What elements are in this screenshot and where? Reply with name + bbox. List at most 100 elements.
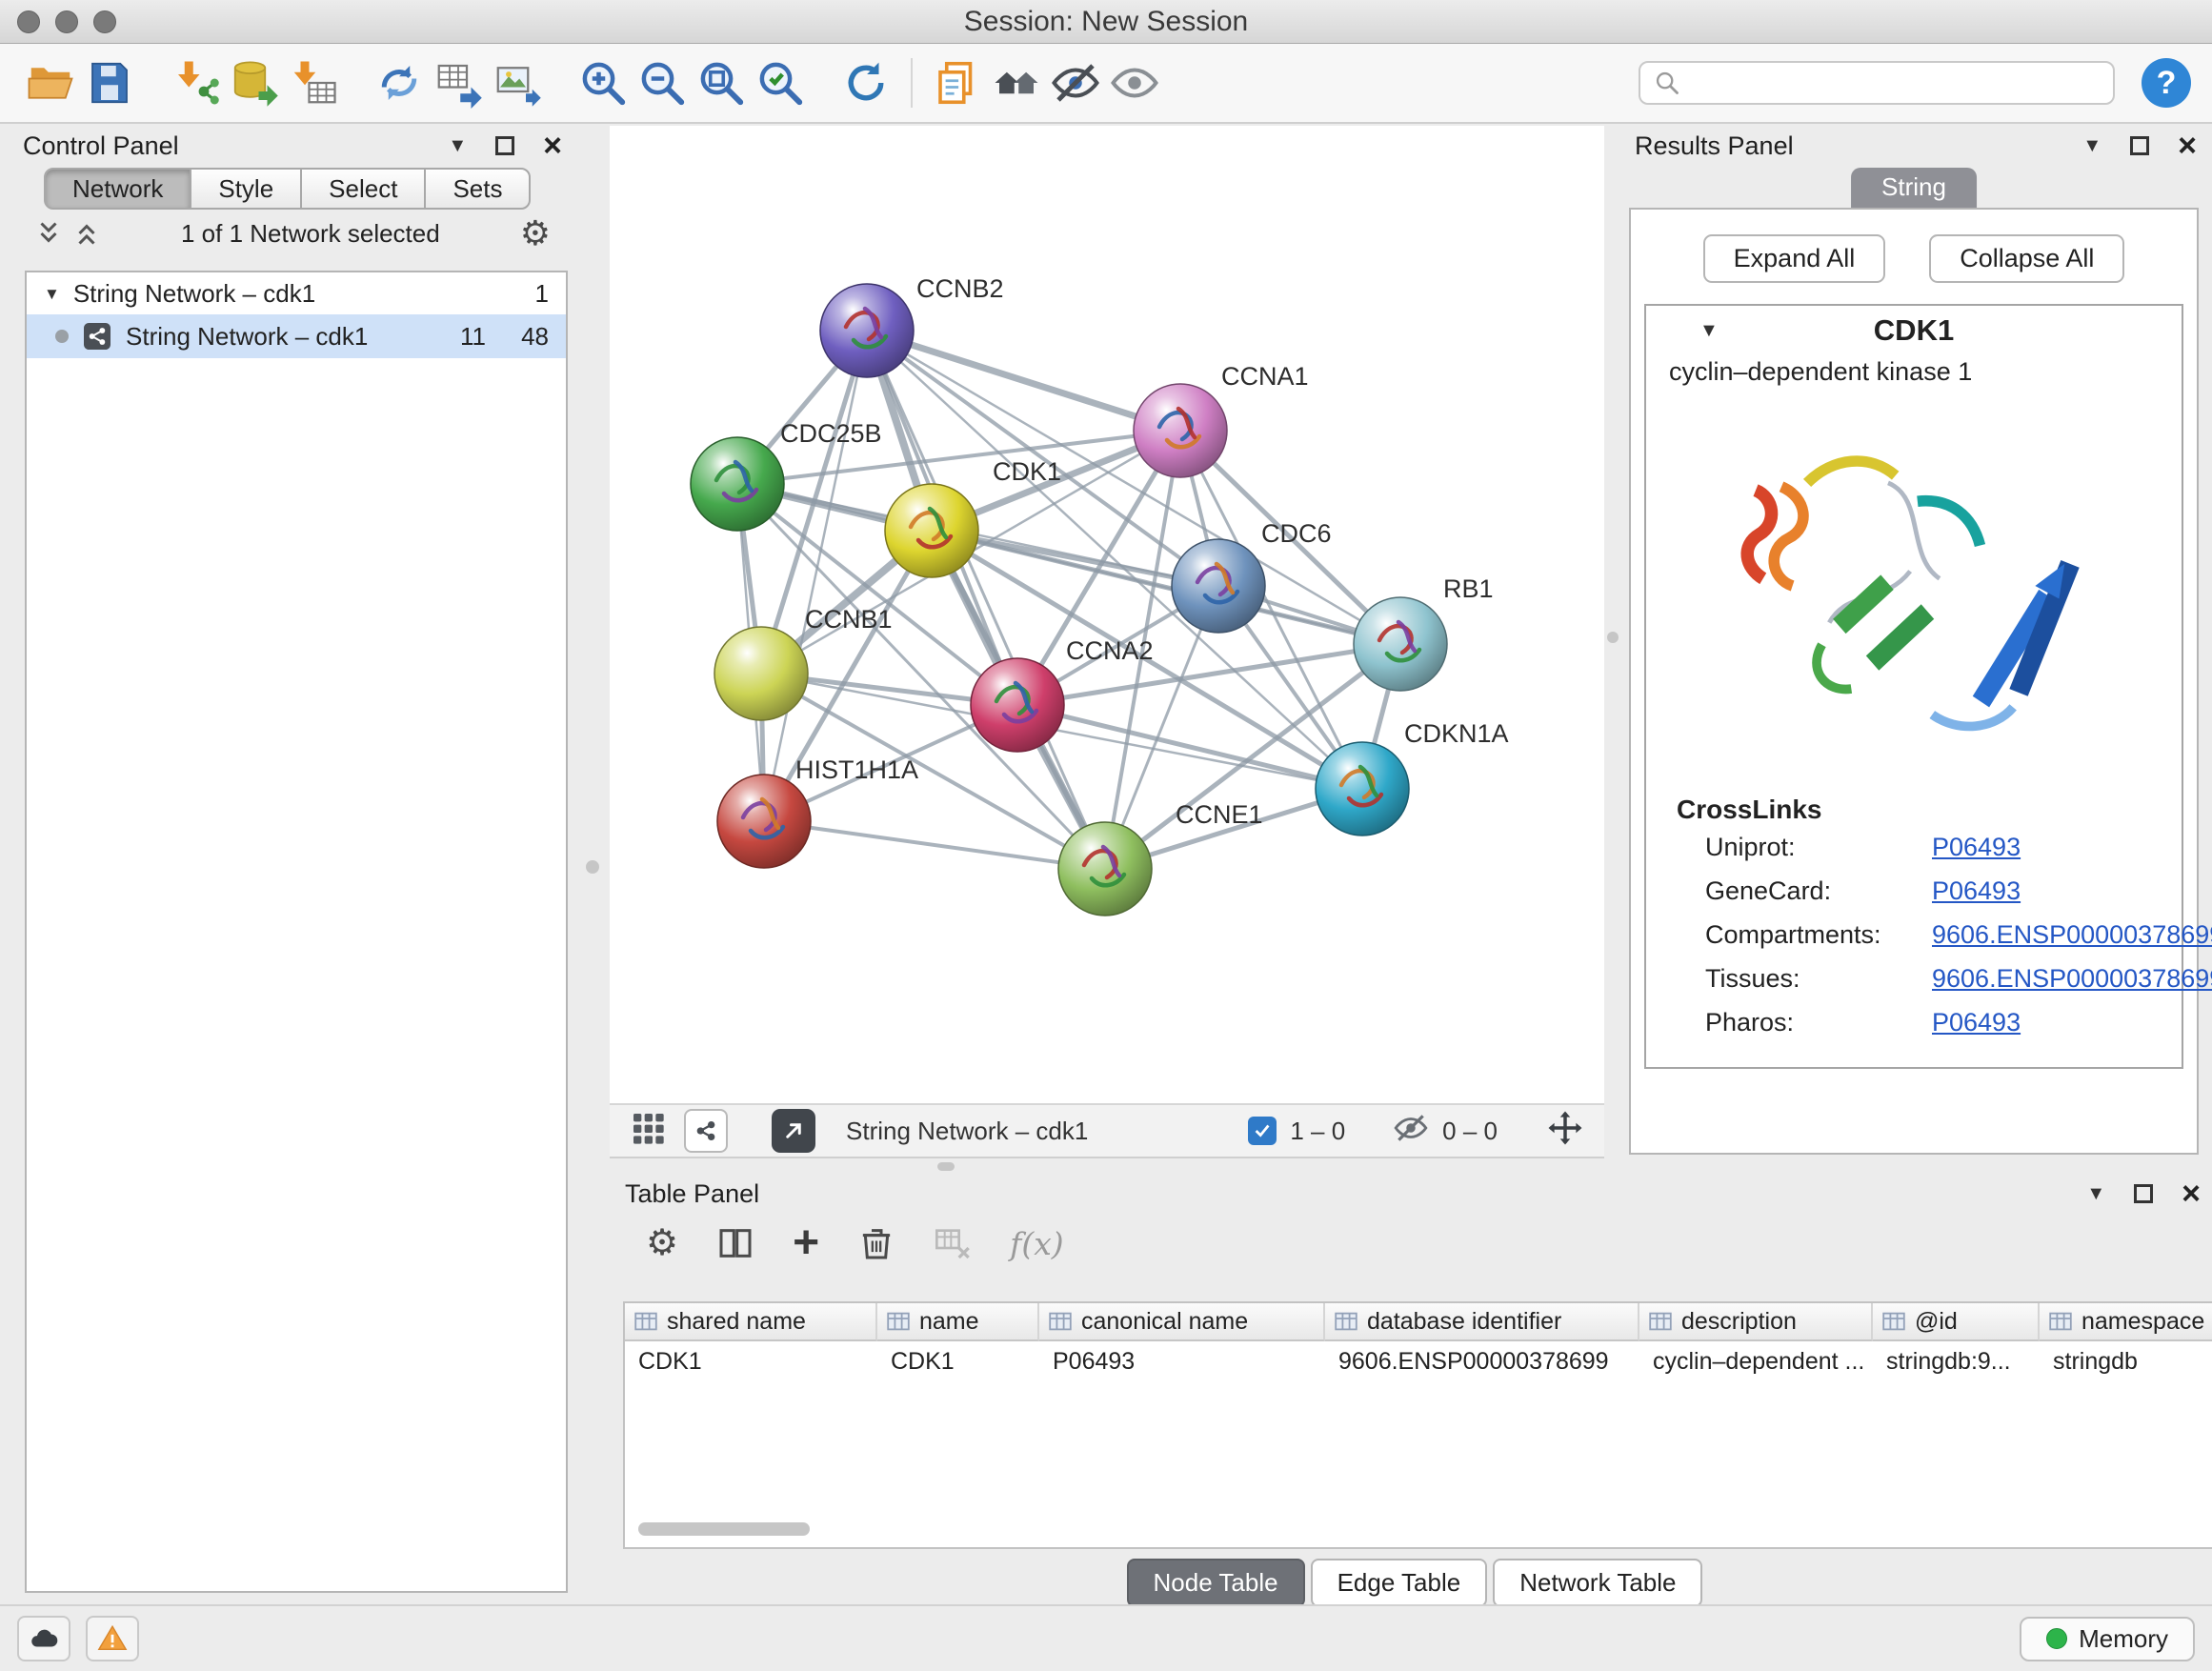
show-all-button[interactable]: [1105, 53, 1164, 112]
expand-all-icon[interactable]: [34, 219, 63, 248]
zoom-in-button[interactable]: [573, 53, 633, 112]
expand-all-button[interactable]: Expand All: [1703, 234, 1886, 283]
import-table-button[interactable]: [284, 53, 343, 112]
window-close-button[interactable]: [17, 10, 40, 33]
node-RB1[interactable]: [1354, 597, 1447, 691]
memory-button[interactable]: Memory: [2020, 1617, 2195, 1661]
panel-close-button[interactable]: ×: [2178, 130, 2197, 162]
crosslink-link-uniprot[interactable]: P06493: [1932, 833, 2021, 862]
edge-CCNB2-CCNA1[interactable]: [867, 331, 1180, 431]
crosslink-link-tissues[interactable]: 9606.ENSP00000378699: [1932, 964, 2212, 994]
column-header-canonical-name[interactable]: canonical name: [1039, 1303, 1325, 1341]
cell-id[interactable]: stringdb:9...: [1873, 1341, 2040, 1381]
open-session-button[interactable]: [21, 53, 80, 112]
collapse-all-icon[interactable]: [72, 219, 101, 248]
import-network-database-button[interactable]: [225, 53, 284, 112]
splitter-handle-right[interactable]: [1607, 632, 1619, 643]
card-collapse-caret-icon[interactable]: ▼: [1699, 321, 1719, 340]
selected-checkbox-icon[interactable]: [1248, 1117, 1277, 1145]
column-header-namespace[interactable]: namespace: [2040, 1303, 2212, 1341]
network-graph[interactable]: CCNB2CCNA1CDC25BCDK1CDC6RB1CCNB1CCNA2CDK…: [610, 126, 1604, 1103]
node-CDK1[interactable]: [885, 484, 978, 577]
node-HIST1H1A[interactable]: [717, 775, 811, 868]
crosslink-link-genecard[interactable]: P06493: [1932, 876, 2021, 906]
horizontal-scrollbar-thumb[interactable]: [638, 1522, 810, 1536]
panel-float-button[interactable]: [2134, 1184, 2153, 1203]
column-header-description[interactable]: description: [1639, 1303, 1873, 1341]
refresh-view-button[interactable]: [836, 53, 895, 112]
detach-view-button[interactable]: [772, 1109, 815, 1153]
tab-edge-table[interactable]: Edge Table: [1311, 1559, 1488, 1607]
duplicate-page-button[interactable]: [928, 53, 987, 112]
export-table-button[interactable]: [429, 53, 488, 112]
grid-view-button[interactable]: [629, 1109, 667, 1154]
cell-canonical-name[interactable]: P06493: [1039, 1341, 1325, 1381]
search-input[interactable]: [1690, 69, 2100, 98]
hidden-eye-icon[interactable]: [1393, 1110, 1429, 1153]
string-home-button[interactable]: [987, 53, 1046, 112]
table-settings-gear-icon[interactable]: ⚙: [646, 1225, 678, 1261]
search-box[interactable]: [1639, 61, 2115, 105]
tab-string[interactable]: String: [1851, 168, 1977, 210]
column-header-name[interactable]: name: [877, 1303, 1039, 1341]
function-builder-button[interactable]: f(x): [1010, 1225, 1064, 1262]
tab-node-table[interactable]: Node Table: [1127, 1559, 1305, 1607]
tab-sets[interactable]: Sets: [424, 168, 531, 210]
tab-select[interactable]: Select: [300, 168, 426, 210]
network-row-selected[interactable]: String Network – cdk1 11 48: [27, 314, 566, 358]
panel-float-button[interactable]: [495, 136, 514, 155]
string-view-toggle[interactable]: [684, 1109, 728, 1153]
cell-name[interactable]: CDK1: [877, 1341, 1039, 1381]
zoom-selected-button[interactable]: [751, 53, 810, 112]
column-header-database-identifier[interactable]: database identifier: [1325, 1303, 1639, 1341]
show-columns-icon[interactable]: [716, 1224, 754, 1262]
window-zoom-button[interactable]: [93, 10, 116, 33]
import-network-file-button[interactable]: [166, 53, 225, 112]
node-CCNE1[interactable]: [1058, 822, 1152, 916]
edge-HIST1H1A-CCNE1[interactable]: [764, 821, 1105, 869]
table-row[interactable]: CDK1 CDK1 P06493 9606.ENSP00000378699 cy…: [625, 1341, 2212, 1381]
node-CCNA1[interactable]: [1134, 384, 1227, 477]
crosslink-link-compartments[interactable]: 9606.ENSP00000378699: [1932, 920, 2212, 950]
tab-style[interactable]: Style: [190, 168, 302, 210]
delete-column-trash-icon[interactable]: [857, 1224, 895, 1262]
collapse-all-button[interactable]: Collapse All: [1929, 234, 2124, 283]
panel-menu-caret-icon[interactable]: ▼: [2086, 1184, 2105, 1203]
cell-description[interactable]: cyclin–dependent ...: [1639, 1341, 1873, 1381]
warnings-button[interactable]: [86, 1616, 139, 1661]
node-CCNA2[interactable]: [971, 658, 1064, 752]
node-CDC6[interactable]: [1172, 539, 1265, 633]
tree-caret-icon[interactable]: ▼: [44, 286, 60, 302]
window-minimize-button[interactable]: [55, 10, 78, 33]
node-CDKN1A[interactable]: [1316, 742, 1409, 836]
column-header-id[interactable]: @id: [1873, 1303, 2040, 1341]
clone-network-button[interactable]: [370, 53, 429, 112]
pan-mode-button[interactable]: [1545, 1108, 1585, 1155]
panel-close-button[interactable]: ×: [543, 130, 562, 162]
save-session-button[interactable]: [80, 53, 139, 112]
panel-close-button[interactable]: ×: [2182, 1178, 2201, 1210]
panel-float-button[interactable]: [2130, 136, 2149, 155]
cell-namespace[interactable]: stringdb: [2040, 1341, 2212, 1381]
cloud-status-button[interactable]: [17, 1616, 70, 1661]
tab-network[interactable]: Network: [44, 168, 191, 210]
splitter-handle-left[interactable]: [586, 860, 599, 874]
add-column-button[interactable]: +: [793, 1220, 819, 1266]
cell-shared-name[interactable]: CDK1: [625, 1341, 877, 1381]
help-button[interactable]: ?: [2142, 58, 2191, 108]
crosslink-link-pharos[interactable]: P06493: [1932, 1008, 2021, 1037]
column-header-shared-name[interactable]: shared name: [625, 1303, 877, 1341]
gear-icon[interactable]: ⚙: [520, 216, 551, 251]
network-collection-row[interactable]: ▼ String Network – cdk1 1: [27, 272, 566, 314]
export-image-button[interactable]: [488, 53, 547, 112]
cell-database-identifier[interactable]: 9606.ENSP00000378699: [1325, 1341, 1639, 1381]
zoom-out-button[interactable]: [633, 53, 692, 112]
splitter-handle-bottom[interactable]: [937, 1162, 955, 1171]
panel-menu-caret-icon[interactable]: ▼: [2082, 136, 2101, 155]
zoom-fit-button[interactable]: [692, 53, 751, 112]
node-CCNB1[interactable]: [714, 627, 808, 720]
node-CDC25B[interactable]: [691, 437, 784, 531]
edge-CCNB2-CCNE1[interactable]: [867, 331, 1105, 869]
hide-selected-button[interactable]: [1046, 53, 1105, 112]
node-CCNB2[interactable]: [820, 284, 914, 377]
